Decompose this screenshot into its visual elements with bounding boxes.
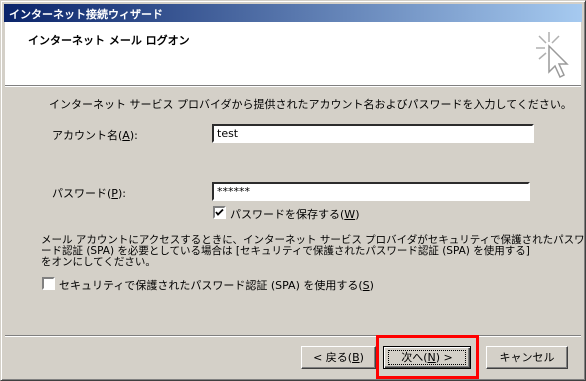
title-bar[interactable]: インターネット接続ウィザード bbox=[4, 4, 582, 22]
password-label: パスワード(P): bbox=[52, 187, 126, 200]
spa-label[interactable]: セキュリティで保護されたパスワード認証 (SPA) を使用する(S) bbox=[59, 277, 374, 293]
remember-password-checkbox[interactable] bbox=[213, 206, 226, 219]
spa-info-line: をオンにしてください。 bbox=[41, 256, 156, 268]
account-name-value: test bbox=[217, 127, 239, 140]
intro-text: インターネット サービス プロバイダから提供されたアカウント名およびパスワードを… bbox=[49, 98, 572, 111]
cancel-button[interactable]: キャンセル bbox=[486, 346, 568, 369]
account-label: アカウント名(A): bbox=[52, 129, 138, 142]
checkmark-icon bbox=[215, 208, 224, 216]
wizard-header: インターネット メール ログオン bbox=[5, 22, 581, 85]
account-name-input[interactable]: test bbox=[212, 124, 534, 143]
wizard-window: インターネット接続ウィザード インターネット メール ログオン インターネット … bbox=[0, 0, 586, 381]
password-value: ****** bbox=[217, 185, 250, 198]
password-input[interactable]: ****** bbox=[212, 182, 530, 201]
header-divider bbox=[5, 85, 581, 87]
page-title: インターネット メール ログオン bbox=[28, 34, 190, 47]
window-title: インターネット接続ウィザード bbox=[9, 8, 163, 21]
spa-info-text: メール アカウントにアクセスするときに、インターネット サービス プロバイダがセ… bbox=[41, 235, 585, 268]
remember-password-label[interactable]: パスワードを保存する(W) bbox=[230, 206, 359, 222]
footer-divider bbox=[5, 335, 581, 337]
spa-checkbox[interactable] bbox=[42, 277, 55, 290]
next-button-highlight bbox=[376, 335, 479, 379]
wizard-sparkle-cursor-icon bbox=[536, 32, 569, 79]
back-button[interactable]: < 戻る(B) bbox=[301, 346, 376, 369]
